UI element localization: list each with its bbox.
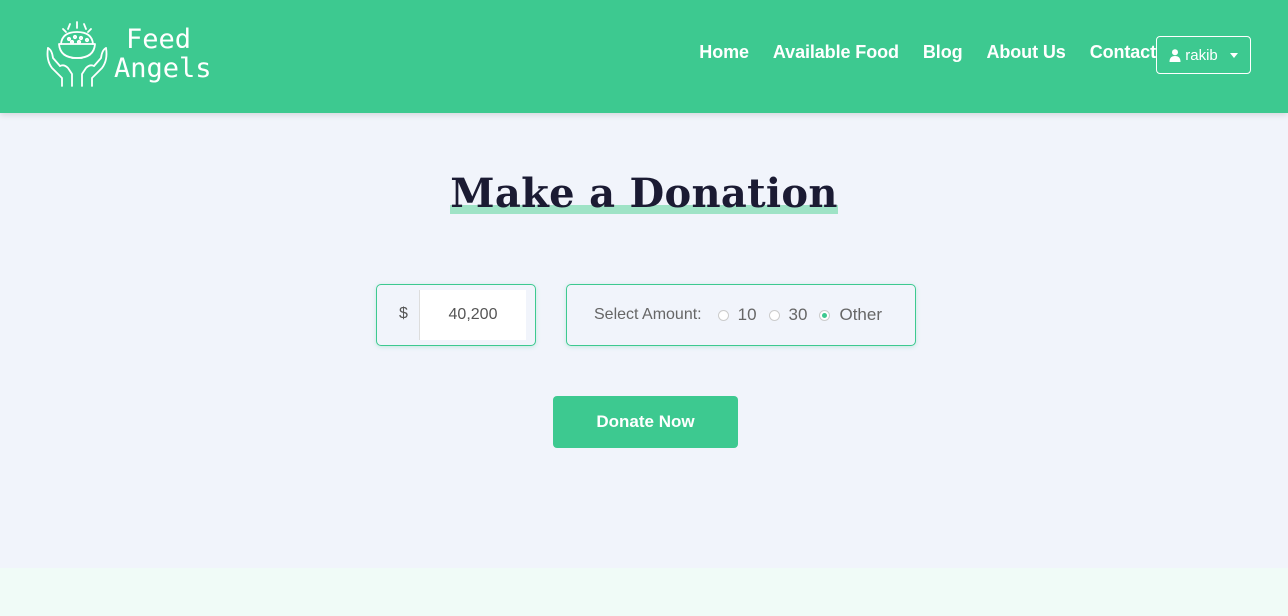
amount-option-label: 30 [788, 305, 808, 324]
amount-option-label: Other [839, 305, 882, 324]
amount-option-30[interactable]: 30 [768, 305, 808, 325]
amount-selector: Select Amount: 10 30 Other [566, 284, 916, 346]
user-name: rakib [1185, 46, 1218, 64]
radio-button[interactable] [717, 309, 729, 321]
donation-heading: Make a Donation [0, 170, 1288, 217]
nav-about-us[interactable]: About Us [986, 42, 1065, 63]
next-section-band [0, 568, 1288, 616]
amount-option-10[interactable]: 10 [717, 305, 757, 325]
currency-symbol: $ [399, 305, 408, 322]
amount-input[interactable] [420, 290, 526, 340]
nav-blog[interactable]: Blog [923, 42, 963, 63]
amount-field-group: $ [376, 284, 536, 346]
brand-name-line1: Feed [126, 24, 192, 55]
site-header: Feed Angels Home Available Food Blog Abo… [0, 0, 1288, 113]
select-amount-label: Select Amount: [594, 306, 702, 323]
nav-home[interactable]: Home [699, 42, 749, 63]
hands-holding-bowl-icon [46, 21, 108, 87]
radio-button[interactable] [768, 309, 780, 321]
nav-contact[interactable]: Contact [1090, 42, 1156, 63]
nav-available-food[interactable]: Available Food [773, 42, 899, 63]
user-icon [1169, 48, 1181, 62]
chevron-down-icon [1229, 53, 1238, 58]
amount-option-label: 10 [737, 305, 757, 324]
page-title: Make a Donation [450, 170, 839, 217]
brand-name-line2: Angels [114, 53, 212, 84]
amount-option-other[interactable]: Other [819, 305, 882, 325]
radio-button-checked[interactable] [819, 309, 831, 321]
brand-name: Feed Angels [114, 25, 212, 83]
brand-logo[interactable]: Feed Angels [44, 20, 212, 88]
donate-now-button[interactable]: Donate Now [553, 396, 738, 448]
main-nav: Home Available Food Blog About Us Contac… [675, 42, 1156, 63]
user-menu-button[interactable]: rakib [1156, 36, 1251, 74]
